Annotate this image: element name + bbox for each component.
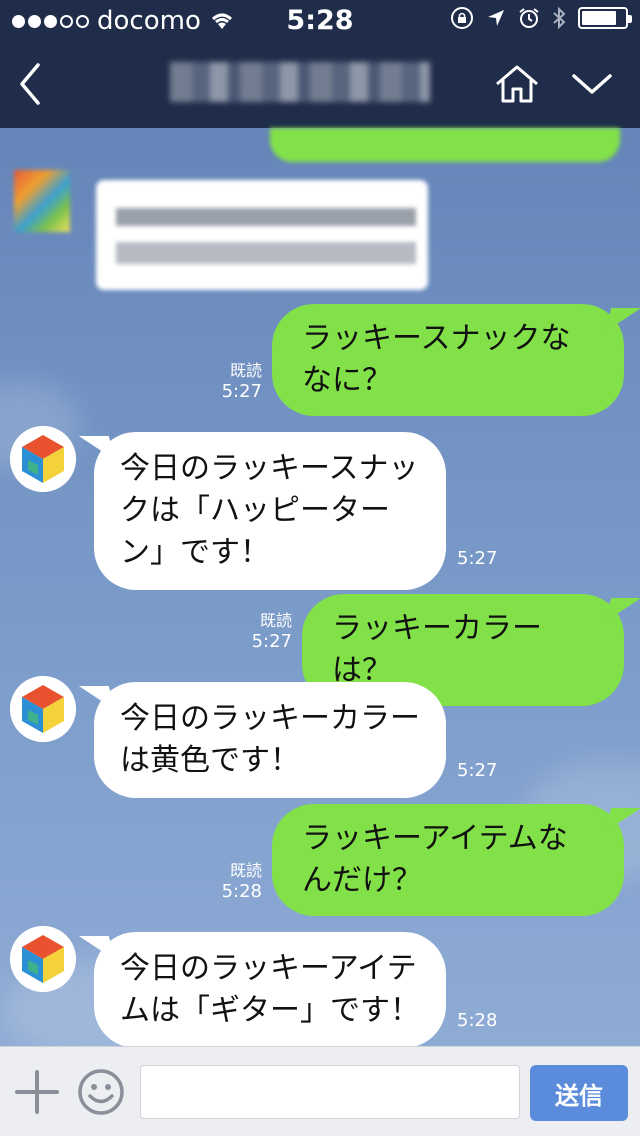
message-time: 5:27 [457,760,498,781]
bot-avatar[interactable] [10,926,76,992]
message-text: ラッキースナックななに？ [302,321,571,398]
status-bar: docomo 5:28 [0,0,640,40]
message-bubble-incoming[interactable]: 今日のラッキーアイテムは「ギター」です！ [94,932,446,1048]
chat-header [0,40,640,128]
rotation-lock-icon [451,7,473,29]
battery-icon [578,7,632,29]
plus-icon [15,1070,59,1114]
message-time: 5:28 [457,1010,498,1031]
obscured-message [270,128,620,162]
message-bubble-incoming[interactable]: 今日のラッキーカラーは黄色です！ [94,682,446,798]
obscured-avatar [14,170,70,232]
message-text: 今日のラッキースナックは「ハッピーターン」です！ [120,451,419,570]
read-receipt: 既読 5:28 [200,860,262,902]
add-attachment-button[interactable] [14,1069,60,1115]
message-input-field[interactable] [140,1065,520,1119]
read-receipt: 既読 5:27 [234,610,292,652]
read-label: 既読 [259,611,292,630]
menu-toggle-button[interactable] [566,40,618,128]
home-icon [496,65,538,103]
message-text: ラッキーカラーは？ [332,611,542,688]
location-icon [488,10,504,26]
message-input-bar: 送信 [0,1046,640,1136]
read-label: 既読 [229,361,262,380]
obscured-message [96,180,428,290]
bot-avatar[interactable] [10,426,76,492]
smiley-icon [78,1069,124,1115]
message-time: 5:28 [221,881,262,902]
alarm-icon [519,8,539,28]
chevron-down-icon [572,74,612,94]
send-button[interactable]: 送信 [530,1065,628,1121]
bot-avatar[interactable] [10,676,76,742]
message-text: 今日のラッキーカラーは黄色です！ [120,701,420,778]
message-time: 5:27 [221,381,262,402]
bluetooth-icon [553,6,566,30]
chat-title-obscured [170,62,430,102]
read-label: 既読 [229,861,262,880]
message-bubble-outgoing[interactable]: ラッキースナックななに？ [272,304,624,416]
read-receipt: 既読 5:27 [200,360,262,402]
message-text: 今日のラッキーアイテムは「ギター」です！ [120,951,420,1028]
chevron-left-icon [20,63,40,105]
message-time: 5:27 [457,548,498,569]
back-button[interactable] [10,40,50,128]
message-text: ラッキーアイテムなんだけ？ [302,821,568,898]
sticker-button[interactable] [76,1067,126,1117]
message-time: 5:27 [251,631,292,652]
chat-screen: docomo 5:28 既読 5:27 ラッキースナックななに？ 今日のラッキー… [0,0,640,1136]
message-bubble-incoming[interactable]: 今日のラッキースナックは「ハッピーターン」です！ [94,432,446,590]
message-bubble-outgoing[interactable]: ラッキーアイテムなんだけ？ [272,804,624,916]
home-button[interactable] [490,40,544,128]
